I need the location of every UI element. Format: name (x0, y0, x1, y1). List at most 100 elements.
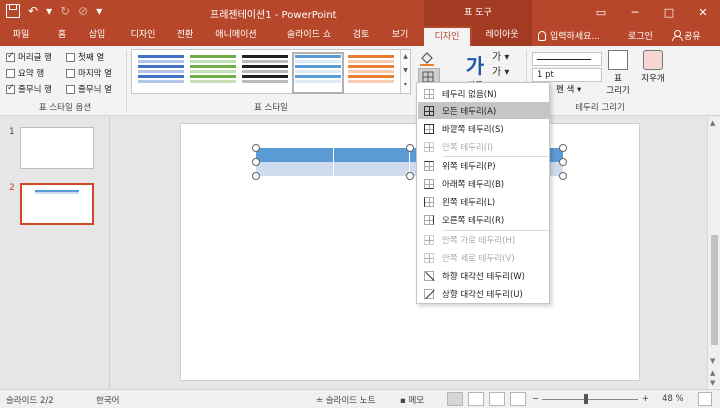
eraser-button[interactable]: 지우개 (636, 50, 670, 84)
menu-item-right-border[interactable]: 오른쪽 테두리(R) (418, 211, 550, 228)
menu-item-bottom-border[interactable]: 아래쪽 테두리(B) (418, 175, 550, 192)
tell-me-box[interactable]: 입력하세요... (538, 29, 600, 42)
slide-thumbnail-2[interactable] (20, 183, 94, 225)
gallery-scroll[interactable]: ▲ ▼ ▾ (400, 50, 410, 93)
zoom-slider-knob[interactable] (584, 394, 588, 404)
share-button[interactable]: 공유 (668, 27, 705, 43)
maximize-button[interactable]: □ (652, 0, 686, 26)
resize-handle[interactable] (406, 144, 414, 152)
slide-thumbnail-1[interactable] (20, 127, 94, 169)
text-fill-button[interactable]: 가 ▾ (492, 50, 509, 65)
total-row-checkbox[interactable]: 요약 행 (6, 67, 44, 79)
first-column-checkbox[interactable]: 첫째 열 (66, 51, 104, 63)
share-label: 공유 (684, 31, 701, 42)
menu-item-all-borders[interactable]: 모든 테두리(A) (418, 102, 550, 119)
tab-file[interactable]: 파일 (6, 26, 36, 46)
undo-dropdown-icon[interactable]: ▾ (46, 4, 52, 18)
tab-view[interactable]: 보기 (384, 26, 416, 46)
checkbox-icon (6, 68, 15, 78)
pen-style-dropdown[interactable] (532, 52, 602, 66)
resize-handle[interactable] (559, 158, 567, 166)
draw-table-button[interactable]: 표 그리기 (603, 50, 633, 96)
bottom-border-icon (424, 178, 434, 189)
tell-me-text: 입력하세요... (550, 32, 600, 42)
tab-insert[interactable]: 삽입 (82, 26, 112, 46)
shading-icon[interactable] (418, 50, 438, 66)
previous-slide-icon[interactable]: ▲ (710, 369, 715, 377)
scroll-up-icon[interactable]: ▲ (710, 119, 715, 127)
tab-slideshow[interactable]: 슬라이드 쇼 (274, 26, 344, 46)
text-outline-button[interactable]: 가 ▾ (492, 65, 509, 80)
tab-design[interactable]: 디자인 (123, 26, 163, 46)
vertical-scrollbar[interactable]: ▲ ▼ ▲ ▼ (707, 117, 720, 389)
notes-button[interactable]: ≐ 슬라이드 노트 (316, 394, 375, 406)
undo-icon[interactable]: ↶ (28, 4, 38, 18)
tab-animations[interactable]: 애니메이션 (206, 26, 266, 46)
menu-item-outside-borders[interactable]: 바깥쪽 테두리(S) (418, 120, 550, 137)
sign-in-link[interactable]: 로그인 (628, 29, 653, 42)
minimize-button[interactable]: ─ (618, 0, 652, 26)
zoom-level[interactable]: 48 % (662, 394, 684, 404)
reading-view-icon[interactable] (489, 392, 505, 406)
resize-handle[interactable] (252, 158, 260, 166)
checkbox-icon (66, 68, 75, 78)
slide-count: 슬라이드 2/2 (6, 396, 54, 406)
table-style-orange[interactable] (348, 55, 394, 91)
table-style-light-blue[interactable] (292, 52, 344, 94)
zoom-in-button[interactable]: + (642, 394, 649, 404)
ribbon-display-options-icon[interactable]: ▭ (584, 0, 618, 26)
menu-item-left-border[interactable]: 왼쪽 테두리(L) (418, 193, 550, 210)
fit-slide-icon[interactable] (698, 392, 712, 406)
close-button[interactable]: ✕ (686, 0, 720, 26)
last-column-checkbox[interactable]: 마지막 열 (66, 67, 112, 79)
checkbox-label: 마지막 열 (78, 69, 112, 79)
eraser-icon (643, 50, 663, 70)
checkbox-label: 줄무늬 열 (78, 85, 112, 95)
person-icon (672, 30, 683, 41)
banded-columns-checkbox[interactable]: 줄무늬 열 (66, 83, 112, 95)
tab-table-layout[interactable]: 레이아웃 (472, 26, 532, 46)
start-slideshow-icon[interactable]: ⊘ (78, 4, 88, 18)
resize-handle[interactable] (252, 172, 260, 180)
normal-view-icon[interactable] (447, 392, 463, 406)
table-style-blue[interactable] (138, 55, 184, 91)
resize-handle[interactable] (559, 172, 567, 180)
slide-sorter-view-icon[interactable] (468, 392, 484, 406)
menu-item-diagonal-up-border[interactable]: 상향 대각선 테두리(U) (418, 285, 550, 302)
tab-transitions[interactable]: 전환 (168, 26, 202, 46)
tab-review[interactable]: 검토 (346, 26, 376, 46)
pen-weight-dropdown[interactable]: 1 pt (532, 68, 602, 82)
checkbox-icon (6, 51, 15, 62)
next-slide-icon[interactable]: ▼ (710, 379, 715, 387)
menu-item-diagonal-down-border[interactable]: 하향 대각선 테두리(W) (418, 267, 550, 284)
header-row-checkbox[interactable]: 머리글 행 (6, 51, 52, 63)
resize-handle[interactable] (406, 172, 414, 180)
resize-handle[interactable] (559, 144, 567, 152)
banded-rows-checkbox[interactable]: 줄무늬 행 (6, 83, 52, 95)
comments-button[interactable]: ▪ 메모 (400, 394, 424, 406)
tab-table-design[interactable]: 디자인 (424, 26, 470, 46)
table-style-black[interactable] (242, 55, 288, 91)
menu-item-no-border[interactable]: 테두리 없음(N) (418, 85, 550, 102)
customize-qat-icon[interactable]: ▾ (96, 4, 102, 18)
text-format-buttons: 가 ▾ 가 ▾ (492, 50, 509, 80)
slideshow-view-icon[interactable] (510, 392, 526, 406)
tab-home[interactable]: 홈 (48, 26, 76, 46)
scroll-thumb[interactable] (711, 235, 718, 345)
ribbon-tabs: 파일 홈 삽입 디자인 전환 애니메이션 슬라이드 쇼 검토 보기 디자인 레이… (0, 26, 720, 46)
language-indicator[interactable]: 한국어 (96, 394, 119, 406)
no-border-icon (424, 88, 434, 99)
table-styles-gallery: ▲ ▼ ▾ (131, 49, 411, 94)
zoom-out-button[interactable]: − (532, 394, 539, 404)
table-style-green[interactable] (190, 55, 236, 91)
scroll-down-icon[interactable]: ▼ (710, 357, 715, 365)
pen-color-button[interactable]: 펜 색 ▾ (556, 83, 581, 95)
checkbox-icon (6, 83, 15, 94)
resize-handle[interactable] (252, 144, 260, 152)
zoom-slider[interactable] (542, 399, 638, 400)
checkbox-label: 첫째 열 (78, 53, 105, 63)
redo-icon[interactable]: ↻ (60, 4, 70, 18)
save-icon[interactable] (6, 4, 20, 18)
inside-vertical-border-icon (424, 252, 434, 263)
menu-item-top-border[interactable]: 위쪽 테두리(P) (418, 157, 550, 174)
